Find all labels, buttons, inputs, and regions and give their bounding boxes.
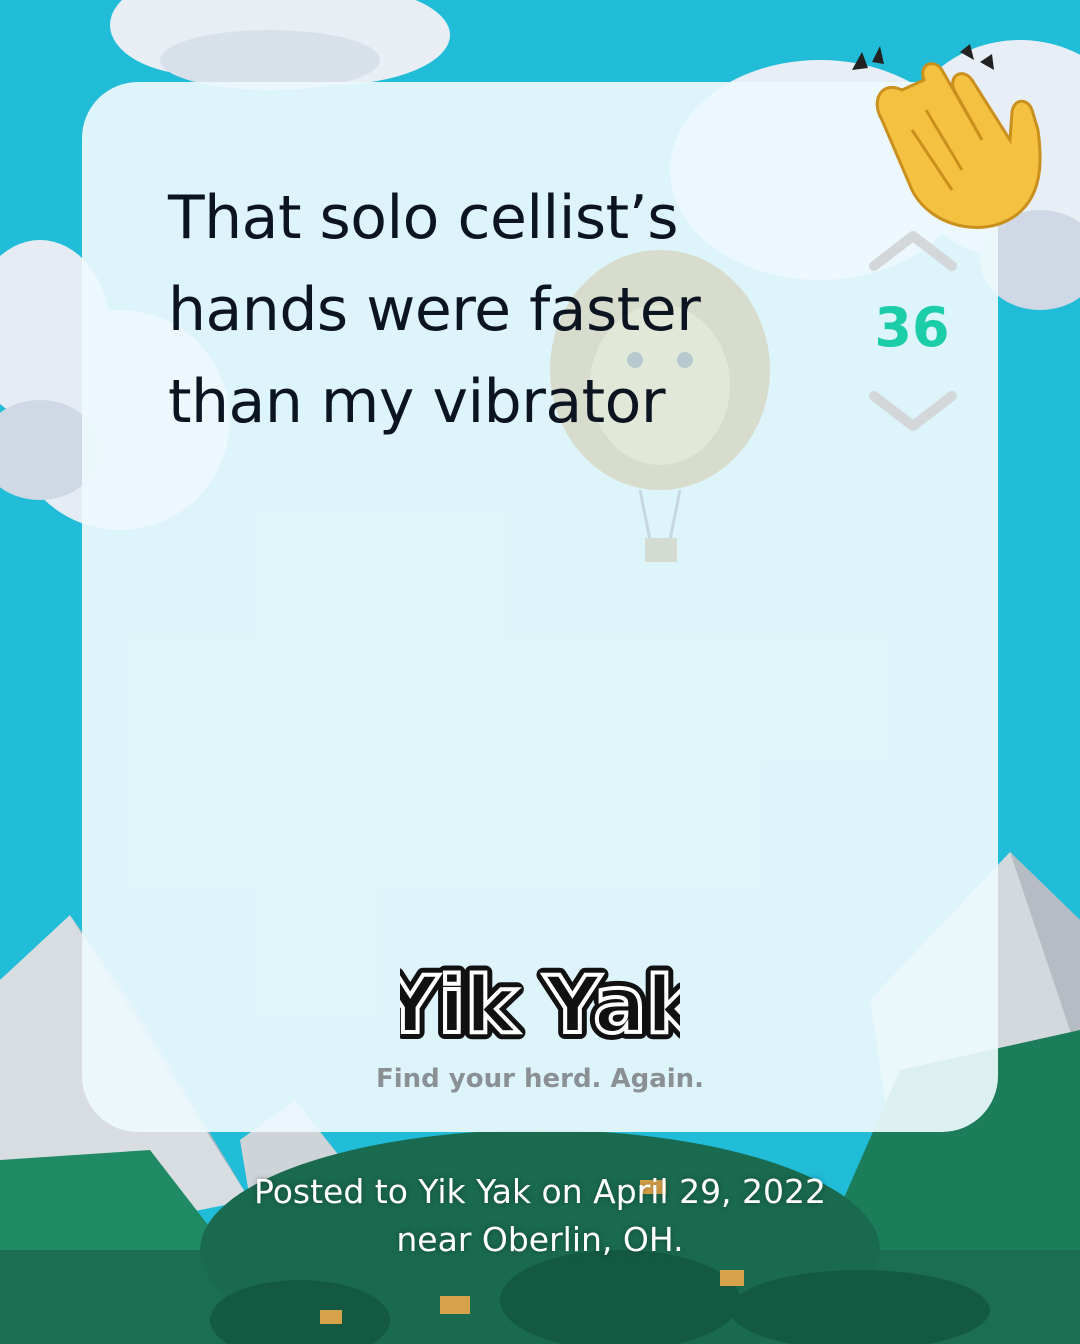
downvote-button[interactable]: [866, 388, 960, 436]
clapping-hands-icon: [852, 44, 1042, 229]
post-text: That solo cellist’s hands were faster th…: [168, 183, 701, 437]
caption-location: near Oberlin, OH.: [396, 1220, 684, 1259]
vote-count: 36: [874, 296, 950, 359]
cloud-top-left-icon: [110, 0, 450, 90]
post-caption: Posted to Yik Yak on April 29, 2022 near…: [200, 1168, 880, 1264]
svg-text:Yik Yak: Yik Yak: [400, 961, 680, 1051]
chevron-down-icon: [869, 391, 957, 431]
tagline: Find your herd. Again.: [375, 1064, 705, 1094]
yik-yak-logo: Yik Yak Yik Yak Yik Yak: [400, 954, 680, 1054]
caption-date: Posted to Yik Yak on April 29, 2022: [253, 1172, 827, 1211]
